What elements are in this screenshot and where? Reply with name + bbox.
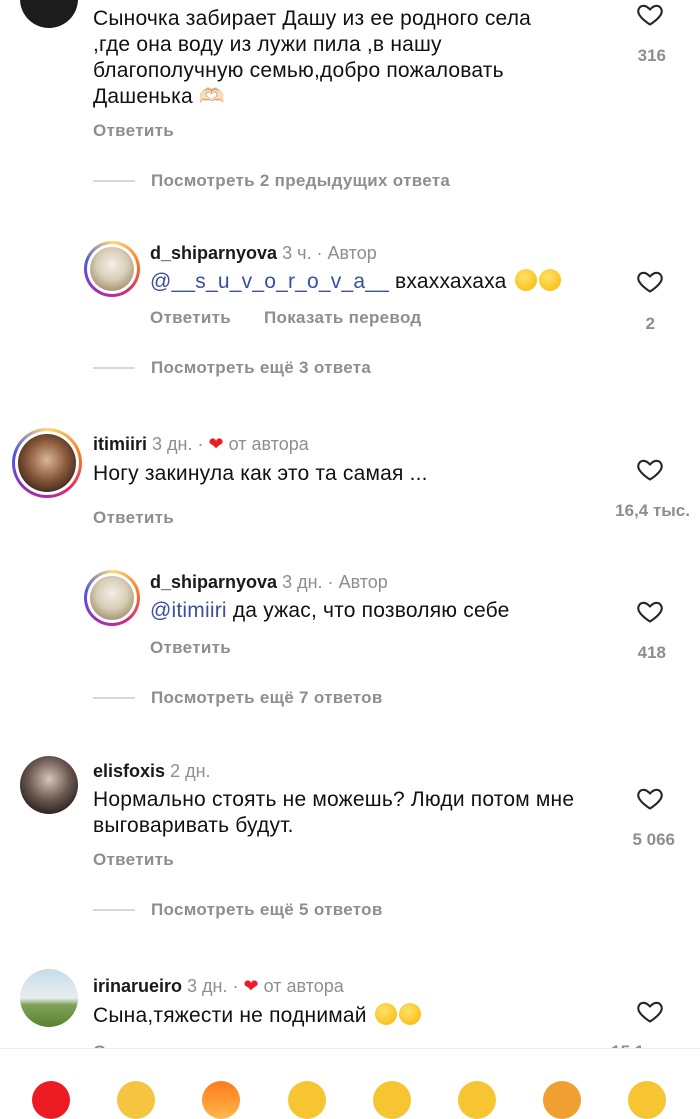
avatar[interactable]	[84, 570, 140, 626]
heart-icon[interactable]	[635, 597, 665, 625]
like-count: 2	[645, 314, 655, 333]
avatar[interactable]	[84, 241, 140, 297]
comment-text: @__s_u_v_o_r_o_v_a__ вхаххахаха	[150, 269, 620, 295]
avatar[interactable]	[12, 428, 82, 498]
username[interactable]: itimiiri	[93, 434, 147, 454]
comment-meta: d_shiparnyova 3 ч. · Автор	[150, 243, 377, 264]
joy-emoji-icon	[398, 1003, 421, 1025]
username[interactable]: d_shiparnyova	[150, 243, 277, 263]
comment-meta: irinarueiro 3 дн. · ❤ от автора	[93, 976, 344, 997]
quick-reactions-bar	[0, 1048, 700, 1119]
clap-reaction-icon[interactable]	[117, 1081, 155, 1119]
rofl-emoji-icon	[514, 269, 537, 291]
comment-text: Сына,тяжести не поднимай	[93, 1003, 563, 1029]
view-replies-button[interactable]: Посмотреть ещё 7 ответов	[151, 688, 383, 708]
comment-text: Нормально стоять не можешь? Люди потом м…	[93, 788, 575, 837]
heart-icon[interactable]	[635, 997, 665, 1025]
reply-button[interactable]: Ответить	[93, 121, 174, 141]
heart-filled-icon: ❤	[208, 434, 224, 454]
heart-reaction-icon[interactable]	[32, 1081, 70, 1119]
timestamp: 2 дн.	[170, 761, 211, 781]
liked-by-author: от автора	[228, 434, 309, 454]
like-count: 16,4 тыс.	[615, 501, 690, 520]
reply-button[interactable]: Ответить	[93, 850, 174, 870]
separator: ·	[232, 976, 239, 996]
view-replies-button[interactable]: Посмотреть ещё 5 ответов	[151, 900, 383, 920]
heart-icon[interactable]	[635, 455, 665, 483]
username[interactable]: elisfoxis	[93, 761, 165, 781]
comment-meta: d_shiparnyova 3 дн. · Автор	[150, 572, 388, 593]
timestamp: 3 дн.	[187, 976, 228, 996]
timestamp: 3 дн.	[152, 434, 193, 454]
comment-meta: itimiiri 3 дн. · ❤ от автора	[93, 434, 309, 455]
show-translation-button[interactable]: Показать перевод	[264, 308, 422, 328]
reply-button[interactable]: Ответить	[93, 508, 174, 528]
heart-icon[interactable]	[635, 267, 665, 295]
divider	[93, 697, 135, 699]
author-badge: Автор	[338, 572, 388, 592]
timestamp: 3 дн.	[282, 572, 323, 592]
view-replies-button[interactable]: Посмотреть 2 предыдущих ответа	[151, 171, 450, 191]
avatar[interactable]	[20, 756, 78, 814]
crying-reaction-icon[interactable]	[373, 1081, 411, 1119]
heart-icon[interactable]	[635, 0, 665, 28]
divider	[93, 180, 135, 182]
fire-reaction-icon[interactable]	[202, 1081, 240, 1119]
avatar[interactable]	[20, 0, 78, 28]
angry-reaction-icon[interactable]	[543, 1081, 581, 1119]
rofl-emoji-icon	[538, 269, 561, 291]
username[interactable]: d_shiparnyova	[150, 572, 277, 592]
timestamp: 3 ч.	[282, 243, 312, 263]
author-badge: Автор	[327, 243, 377, 263]
like-count: 5 066	[632, 830, 675, 849]
heart-filled-icon: ❤	[243, 976, 259, 996]
heart-icon[interactable]	[635, 784, 665, 812]
comment-text: @itimiiri да ужас, что позволяю себе	[150, 599, 510, 622]
laugh-reaction-icon[interactable]	[458, 1081, 496, 1119]
liked-by-author: от автора	[263, 976, 344, 996]
like-count: 316	[637, 46, 666, 65]
reply-button[interactable]: Ответить	[150, 308, 231, 328]
separator: ·	[316, 243, 323, 263]
comment-text: Ногу закинула как это та самая ...	[93, 462, 428, 485]
joy-emoji-icon	[374, 1003, 397, 1025]
mention-link[interactable]: @itimiiri	[150, 599, 227, 622]
separator: ·	[327, 572, 334, 592]
like-count: 418	[637, 643, 666, 662]
avatar[interactable]	[20, 969, 78, 1027]
username[interactable]: irinarueiro	[93, 976, 182, 996]
separator: ·	[197, 434, 204, 454]
comment-text: Сыночка забирает Дашу из ее родного села…	[93, 7, 532, 108]
view-replies-button[interactable]: Посмотреть ещё 3 ответа	[151, 358, 371, 378]
comment-meta: elisfoxis 2 дн.	[93, 761, 211, 782]
reply-button[interactable]: Ответить	[150, 638, 231, 658]
divider	[93, 909, 135, 911]
heart-eyes-reaction-icon[interactable]	[288, 1081, 326, 1119]
mention-link[interactable]: @__s_u_v_o_r_o_v_a__	[150, 270, 389, 293]
divider	[93, 367, 135, 369]
wow-reaction-icon[interactable]	[628, 1081, 666, 1119]
